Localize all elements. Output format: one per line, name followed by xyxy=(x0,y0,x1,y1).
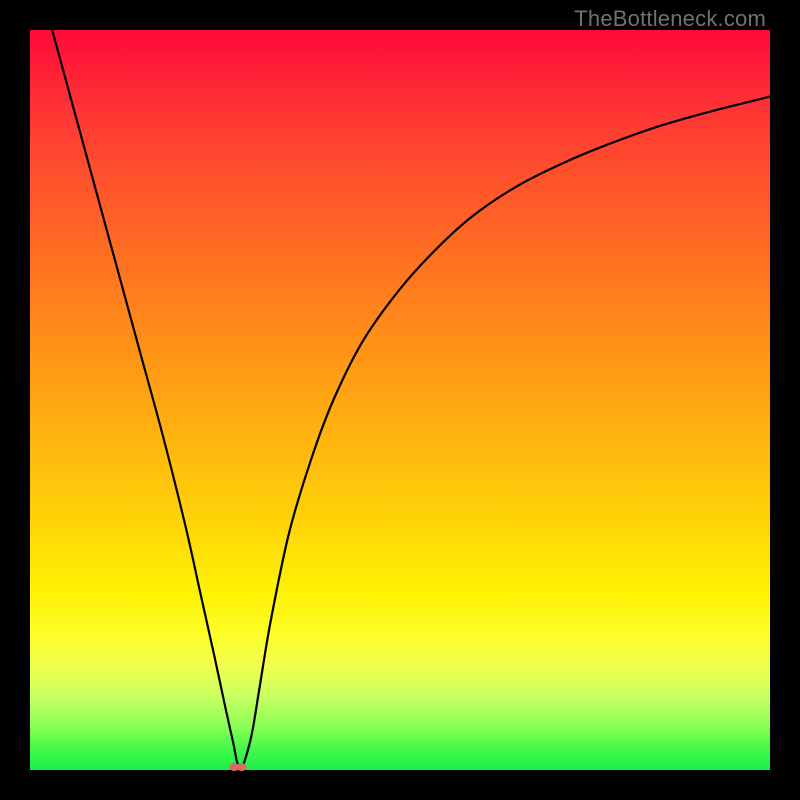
watermark-text: TheBottleneck.com xyxy=(574,6,766,32)
plot-area xyxy=(30,30,770,770)
chart-frame: TheBottleneck.com xyxy=(0,0,800,800)
curve-layer xyxy=(30,30,770,770)
bottleneck-curve xyxy=(52,30,770,768)
min-marker-2 xyxy=(237,763,247,771)
